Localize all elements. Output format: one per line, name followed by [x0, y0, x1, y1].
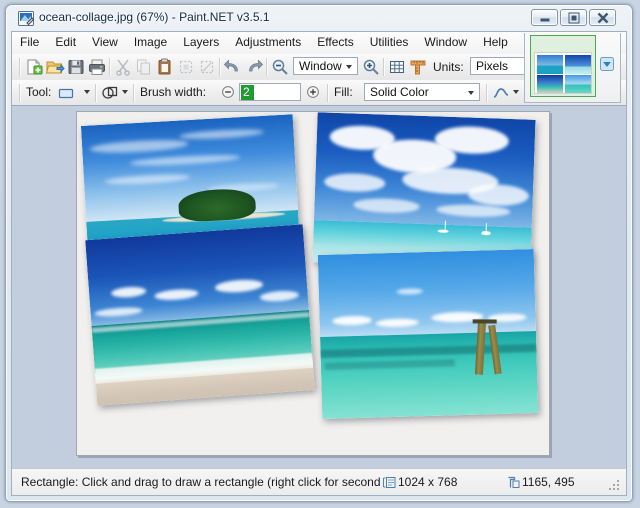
units-label: Units:	[433, 60, 464, 74]
application-window: ocean-collage.jpg (67%) - Paint.NET v3.5…	[5, 4, 633, 502]
chevron-down-icon	[346, 65, 352, 69]
cursor-position-icon	[507, 476, 520, 494]
selection-mode-dropdown-arrow-icon[interactable]	[122, 90, 128, 94]
antialiasing-dropdown-arrow-icon[interactable]	[513, 90, 519, 94]
paste-button[interactable]	[155, 57, 175, 77]
zoom-level-value: Window	[299, 59, 342, 73]
fill-style-value: Solid Color	[370, 85, 429, 99]
fill-style-combo[interactable]: Solid Color	[364, 83, 480, 101]
title-bar[interactable]: ocean-collage.jpg (67%) - Paint.NET v3.5…	[6, 5, 632, 31]
open-image-button[interactable]	[45, 57, 65, 77]
cut-button[interactable]	[113, 57, 133, 77]
menu-label: Adjustments	[235, 35, 302, 49]
toolbar-separator	[19, 84, 21, 102]
menu-layers[interactable]: Layers	[175, 32, 227, 54]
new-image-button[interactable]	[24, 57, 44, 77]
brush-width-input[interactable]: 2	[239, 83, 301, 101]
document-canvas-wrapper	[76, 111, 552, 458]
fill-label: Fill:	[334, 85, 353, 99]
menu-label: Utilities	[369, 35, 409, 49]
menu-window[interactable]: Window	[416, 32, 475, 54]
crop-to-selection-button[interactable]	[176, 57, 196, 77]
selection-mode-button[interactable]	[100, 83, 120, 103]
toolbar-separator	[219, 58, 221, 76]
brush-width-value: 2	[243, 85, 250, 99]
menu-label: View	[92, 35, 118, 49]
pilings-photo[interactable]	[317, 249, 539, 419]
menu-label: Effects	[317, 35, 354, 49]
zoom-out-button[interactable]	[270, 57, 290, 77]
toggle-grid-button[interactable]	[387, 57, 407, 77]
menu-file[interactable]: File	[12, 32, 47, 54]
zoom-in-button[interactable]	[361, 57, 381, 77]
menu-label: File	[20, 35, 40, 49]
image-size-value: 1024 x 768	[398, 475, 458, 489]
beach-surf-photo[interactable]	[85, 224, 315, 406]
menu-effects[interactable]: Effects	[309, 32, 361, 54]
menu-label: Edit	[55, 35, 77, 49]
toolbar-separator	[383, 58, 385, 76]
menu-label: Image	[133, 35, 168, 49]
brush-width-decrease-button[interactable]	[220, 84, 236, 100]
thumbnail-preview	[534, 52, 592, 94]
window-title: ocean-collage.jpg (67%) - Paint.NET v3.5…	[39, 10, 270, 24]
status-message: Rectangle: Click and drag to draw a rect…	[21, 475, 381, 489]
close-button[interactable]	[589, 9, 616, 26]
units-value: Pixels	[476, 59, 509, 73]
beach-surf-photo-content	[85, 224, 315, 406]
menu-help[interactable]: Help	[475, 32, 516, 54]
toolbar-separator	[486, 84, 488, 102]
chevron-down-icon	[468, 91, 474, 95]
menu-label: Layers	[183, 35, 220, 49]
pilings-photo-content	[317, 249, 539, 419]
redo-button[interactable]	[244, 57, 264, 77]
brush-width-increase-button[interactable]	[305, 84, 321, 100]
client-area: File Edit View Image Layers Adjustments …	[11, 31, 627, 496]
toolbar-separator	[327, 84, 329, 102]
toolbar-separator	[266, 58, 268, 76]
menu-label: Window	[424, 35, 468, 49]
toolbar-separator	[95, 84, 97, 102]
menu-edit[interactable]: Edit	[47, 32, 84, 54]
menu-adjustments[interactable]: Adjustments	[227, 32, 309, 54]
deselect-all-button[interactable]	[197, 57, 217, 77]
menu-utilities[interactable]: Utilities	[362, 32, 417, 54]
image-thumbnail-strip	[524, 33, 621, 103]
zoom-level-combo[interactable]: Window	[293, 57, 358, 75]
menu-label: Help	[483, 35, 508, 49]
status-bar: Rectangle: Click and drag to draw a rect…	[12, 468, 626, 495]
paintnet-app-icon	[18, 11, 35, 26]
clouds-photo-content	[312, 112, 536, 270]
print-image-button[interactable]	[87, 57, 107, 77]
antialiasing-button[interactable]	[491, 83, 511, 103]
resize-grip[interactable]	[608, 479, 620, 491]
image-list-dropdown-button[interactable]	[600, 57, 614, 71]
toolbar-separator	[19, 58, 21, 76]
active-tool-button[interactable]	[56, 83, 82, 103]
undo-button[interactable]	[223, 57, 243, 77]
tool-dropdown-arrow-icon[interactable]	[84, 90, 90, 94]
sailboat-hull	[481, 231, 491, 235]
image-size-icon	[383, 476, 396, 494]
image-canvas[interactable]	[76, 111, 550, 456]
minimize-button[interactable]	[531, 9, 558, 26]
canvas-workspace[interactable]	[12, 105, 626, 469]
maximize-button[interactable]	[560, 9, 587, 26]
toolbar-separator	[133, 84, 135, 102]
active-image-thumbnail[interactable]	[530, 35, 596, 97]
clouds-photo[interactable]	[312, 112, 536, 270]
menu-view[interactable]: View	[84, 32, 126, 54]
piling-crossbeam	[473, 319, 497, 324]
menu-image[interactable]: Image	[126, 32, 175, 54]
tool-label: Tool:	[26, 85, 52, 99]
toolbar-separator	[109, 58, 111, 76]
toggle-rulers-button[interactable]	[408, 57, 428, 77]
copy-button[interactable]	[134, 57, 154, 77]
cursor-position-value: 1165, 495	[522, 475, 575, 489]
save-image-button[interactable]	[66, 57, 86, 77]
brush-width-label: Brush width:	[140, 85, 207, 99]
